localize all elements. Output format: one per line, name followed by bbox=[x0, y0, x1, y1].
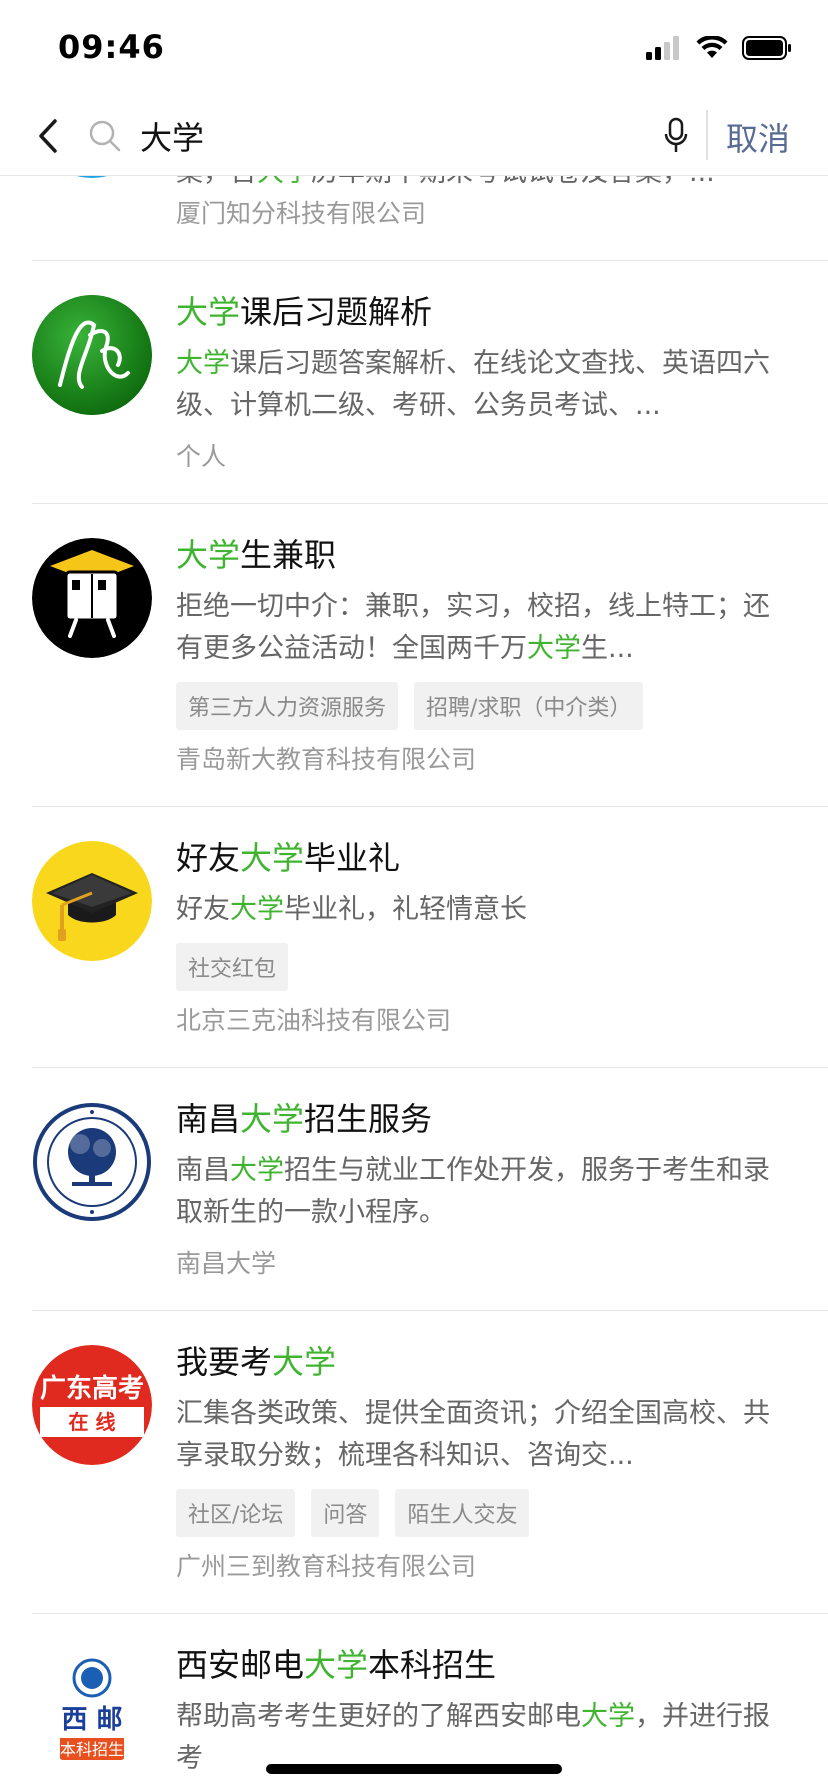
result-owner: 个人 bbox=[176, 442, 227, 471]
tag: 陌生人交友 bbox=[395, 1489, 530, 1537]
mortarboard-yellow-logo bbox=[32, 841, 152, 961]
result-tags: 社区/论坛 问答 陌生人交友 bbox=[176, 1489, 796, 1537]
title-text: 我要考 bbox=[176, 1343, 273, 1381]
desc-text: 毕业礼，礼轻情意长 bbox=[284, 894, 527, 925]
search-input[interactable] bbox=[140, 111, 640, 161]
battery-icon bbox=[742, 36, 791, 60]
logo-text: 本科招生 bbox=[60, 1740, 124, 1759]
result-item[interactable]: 案，含大学历年期中期末考试试卷及答案，... 厦门知分科技有限公司 bbox=[32, 176, 828, 261]
title-highlight: 大学 bbox=[240, 839, 305, 877]
result-title: 大学生兼职 bbox=[176, 532, 796, 578]
title-text: 毕业礼 bbox=[304, 839, 401, 877]
title-highlight: 大学 bbox=[176, 536, 241, 574]
result-item[interactable]: 南昌大学招生服务 南昌大学招生与就业工作处开发，服务于考生和录取新生的一款小程序。… bbox=[32, 1068, 828, 1311]
desc-highlight: 大学 bbox=[527, 633, 581, 664]
logo-text: 在 线 bbox=[69, 1410, 116, 1434]
result-description: 拒绝一切中介：兼职，实习，校招，线上特工；还有更多公益活动！全国两千万大学生..… bbox=[176, 586, 796, 670]
home-indicator bbox=[266, 1764, 562, 1774]
title-text: 西安邮电 bbox=[176, 1646, 305, 1684]
title-text: 课后习题解析 bbox=[240, 293, 433, 331]
result-description: 好友大学毕业礼，礼轻情意长 bbox=[176, 889, 796, 931]
desc-highlight: 大学 bbox=[176, 348, 230, 379]
result-item[interactable]: 大学课后习题解析 大学课后习题答案解析、在线论文查找、英语四六级、计算机二级、考研… bbox=[32, 261, 828, 504]
chevron-left-icon bbox=[39, 119, 57, 153]
desc-highlight: 大学 bbox=[230, 1155, 284, 1186]
tag: 社区/论坛 bbox=[176, 1489, 296, 1537]
desc-highlight: 大学 bbox=[581, 1701, 635, 1732]
desc-text: 案，含 bbox=[176, 176, 257, 184]
desc-text: 生... bbox=[581, 633, 634, 664]
wifi-icon bbox=[696, 36, 728, 58]
result-item[interactable]: 广东高考在 线我要考大学 汇集各类政策、提供全面资讯；介绍全国高校、共享录取分数；… bbox=[32, 1311, 828, 1614]
microphone-button[interactable] bbox=[656, 112, 696, 160]
title-text: 好友 bbox=[176, 839, 241, 877]
desc-text: 拒绝一切中介：兼职，实习，校招，线上特工；还有更多公益活动！全国两千万 bbox=[176, 591, 770, 664]
result-title: 西安邮电大学本科招生 bbox=[176, 1642, 796, 1688]
status-bar: 09:46 bbox=[0, 0, 828, 98]
result-tags: 第三方人力资源服务 招聘/求职（中介类） bbox=[176, 682, 796, 730]
tag: 第三方人力资源服务 bbox=[176, 682, 399, 730]
title-highlight: 大学 bbox=[304, 1646, 369, 1684]
tag: 招聘/求职（中介类） bbox=[414, 682, 644, 730]
green-calligraphy-logo bbox=[32, 295, 152, 415]
back-button[interactable] bbox=[28, 112, 68, 160]
guangdong-gaokao-logo: 广东高考在 线 bbox=[32, 1345, 152, 1465]
result-owner: 南昌大学 bbox=[176, 1249, 277, 1278]
logo-text: 西 邮 bbox=[61, 1705, 122, 1735]
desc-text: 汇集各类政策、提供全面资讯；介绍全国高校、共享录取分数；梳理各科知识、咨询交..… bbox=[176, 1398, 770, 1471]
title-highlight: 大学 bbox=[176, 293, 241, 331]
search-icon bbox=[88, 113, 128, 159]
desc-highlight: 大学 bbox=[230, 894, 284, 925]
graduate-cube-logo bbox=[32, 538, 152, 658]
university-seal-logo bbox=[32, 1102, 152, 1222]
xupt-logo: 西 邮本科招生 bbox=[32, 1648, 152, 1768]
result-title: 我要考大学 bbox=[176, 1339, 796, 1385]
desc-text: 南昌 bbox=[176, 1155, 230, 1186]
title-text: 生兼职 bbox=[240, 536, 337, 574]
microphone-icon bbox=[664, 117, 688, 152]
result-description: 汇集各类政策、提供全面资讯；介绍全国高校、共享录取分数；梳理各科知识、咨询交..… bbox=[176, 1393, 796, 1477]
logo-text: 广东高考 bbox=[40, 1373, 144, 1404]
desc-highlight: 大学 bbox=[257, 176, 311, 184]
result-owner: 北京三克油科技有限公司 bbox=[176, 1006, 452, 1035]
status-icons bbox=[646, 36, 792, 60]
result-item[interactable]: 好友大学毕业礼 好友大学毕业礼，礼轻情意长 社交红包 北京三克油科技有限公司 bbox=[32, 807, 828, 1068]
desc-text: 好友 bbox=[176, 894, 230, 925]
cancel-button[interactable]: 取消 bbox=[726, 114, 790, 160]
result-owner: 厦门知分科技有限公司 bbox=[176, 199, 427, 228]
title-text: 招生服务 bbox=[304, 1100, 433, 1138]
cellular-signal-icon bbox=[646, 36, 679, 60]
desc-text: 课后习题答案解析、在线论文查找、英语四六级、计算机二级、考研、公务员考试、... bbox=[176, 348, 770, 421]
result-owner: 广州三到教育科技有限公司 bbox=[176, 1552, 477, 1581]
title-text: 本科招生 bbox=[368, 1646, 497, 1684]
tag: 问答 bbox=[311, 1489, 380, 1537]
tag: 社交红包 bbox=[176, 943, 289, 991]
desc-text: 帮助高考考生更好的了解西安邮电 bbox=[176, 1701, 581, 1732]
partial-blue-logo bbox=[32, 176, 152, 178]
title-highlight: 大学 bbox=[240, 1100, 305, 1138]
result-tags: 社交红包 bbox=[176, 943, 796, 991]
result-item[interactable]: 大学生兼职 拒绝一切中介：兼职，实习，校招，线上特工；还有更多公益活动！全国两千万… bbox=[32, 504, 828, 807]
search-bar: 取消 bbox=[0, 98, 828, 176]
status-time: 09:46 bbox=[58, 28, 165, 66]
result-title: 大学课后习题解析 bbox=[176, 289, 796, 335]
results-list: 案，含大学历年期中期末考试试卷及答案，...厦门知分科技有限公司大学课后习题解析… bbox=[0, 176, 828, 1792]
result-owner: 青岛新大教育科技有限公司 bbox=[176, 745, 477, 774]
result-description: 南昌大学招生与就业工作处开发，服务于考生和录取新生的一款小程序。 bbox=[176, 1150, 796, 1234]
result-description: 案，含大学历年期中期末考试试卷及答案，... bbox=[176, 176, 796, 184]
result-title: 好友大学毕业礼 bbox=[176, 835, 796, 881]
title-text: 南昌 bbox=[176, 1100, 241, 1138]
desc-text: 历年期中期末考试试卷及答案，... bbox=[311, 176, 715, 184]
result-title: 南昌大学招生服务 bbox=[176, 1096, 796, 1142]
result-description: 大学课后习题答案解析、在线论文查找、英语四六级、计算机二级、考研、公务员考试、.… bbox=[176, 343, 796, 427]
divider bbox=[706, 110, 708, 160]
title-highlight: 大学 bbox=[272, 1343, 337, 1381]
